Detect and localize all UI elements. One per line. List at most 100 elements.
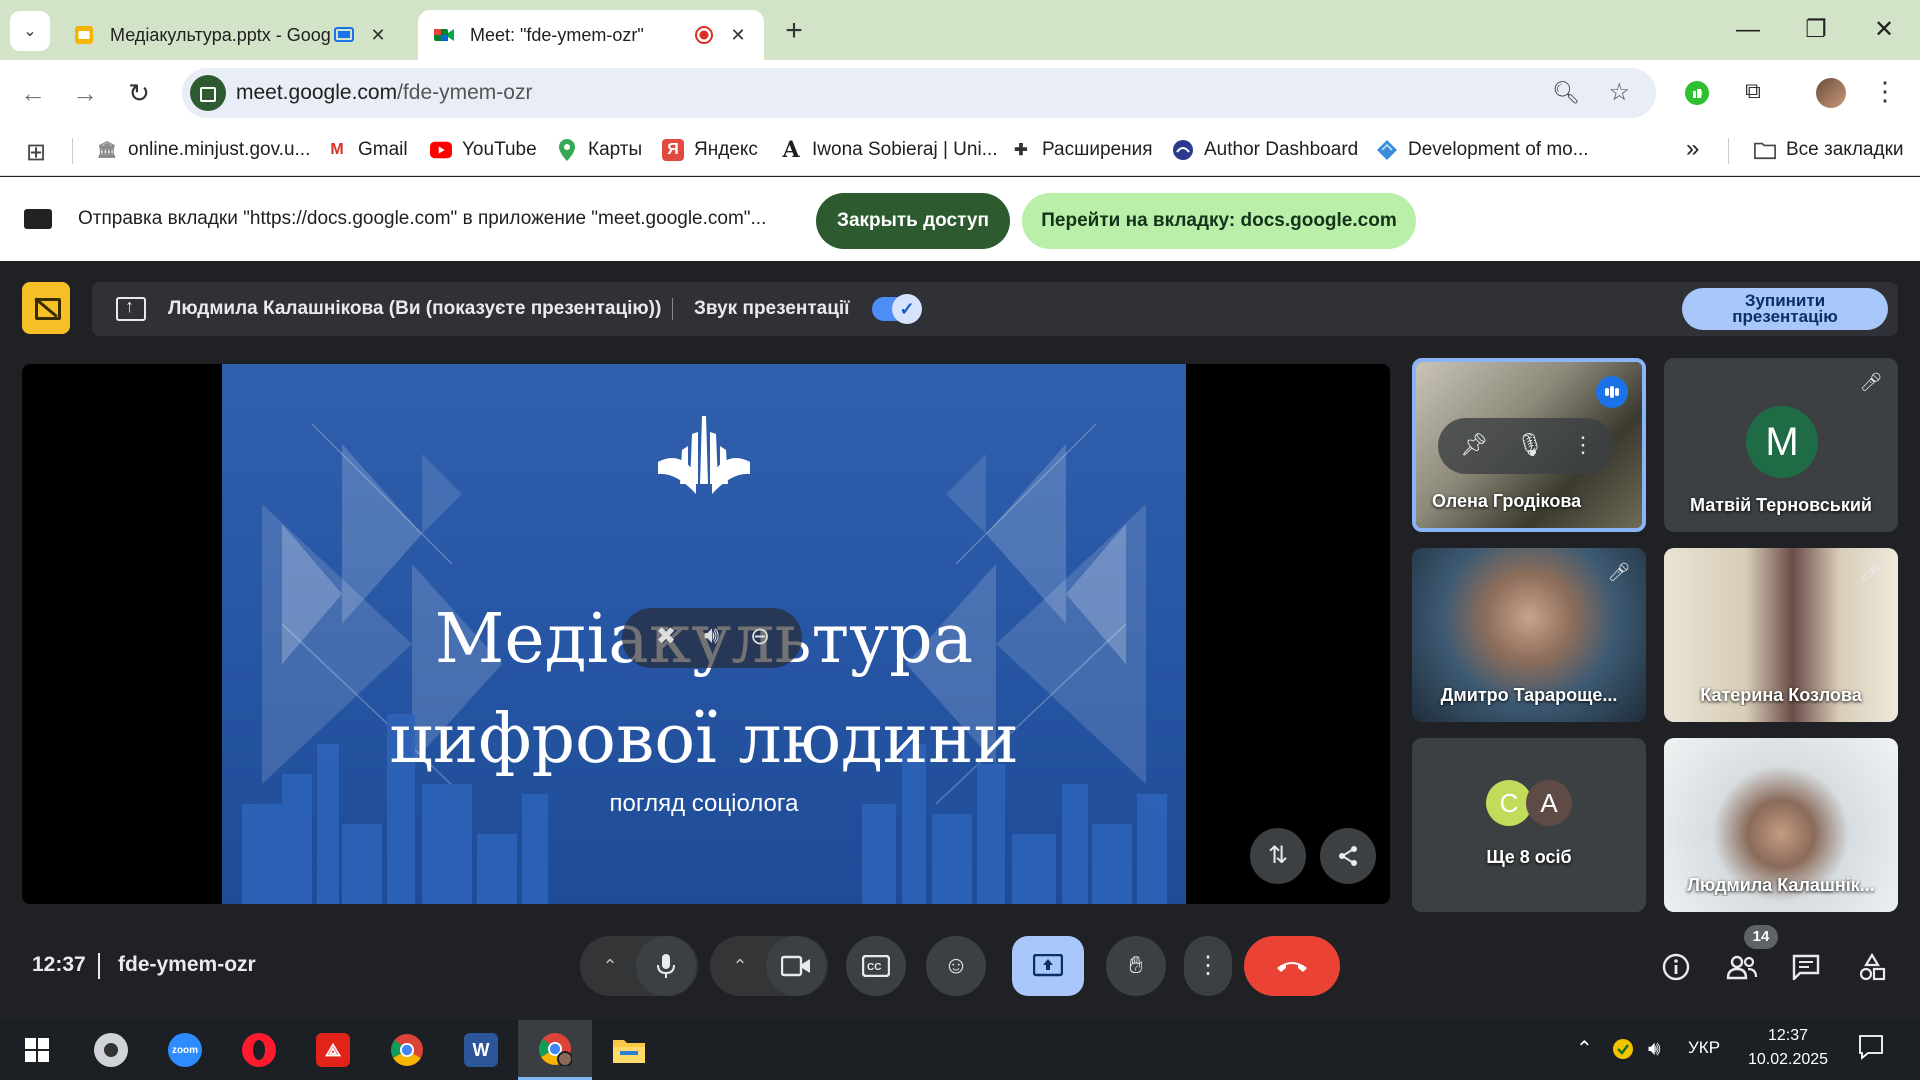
bookmark-iwona[interactable]: A Iwona Sobieraj | Uni... — [780, 137, 997, 163]
taskbar-chrome[interactable] — [370, 1020, 444, 1080]
participant-tile-matviy[interactable]: 🎤︎ M Матвій Терновський — [1664, 358, 1898, 532]
taskbar-zoom[interactable]: zoom — [148, 1020, 222, 1080]
close-tab-icon[interactable]: ✕ — [366, 25, 390, 46]
video-settings-caret-icon[interactable]: ⌃ — [720, 936, 760, 996]
stop-sharing-button[interactable]: Закрыть доступ — [816, 193, 1010, 249]
stop-share-icon[interactable] — [22, 282, 70, 334]
start-button[interactable] — [0, 1020, 74, 1080]
participant-tile-dmytro[interactable]: 🎤︎ Дмитро Тарароще... — [1412, 548, 1646, 722]
bookmark-development[interactable]: Development of mo... — [1376, 139, 1589, 161]
more-participants-tile[interactable]: C A Ще 8 осіб — [1412, 738, 1646, 912]
a-letter-icon: A — [782, 137, 800, 163]
language-indicator[interactable]: УКР — [1688, 1038, 1720, 1058]
tab-strip: ⌄ Медіакультура.pptx - Google ✕ Meet: "f… — [0, 0, 1920, 60]
presentation-audio-label: Звук презентації — [694, 298, 850, 319]
leave-call-button[interactable] — [1244, 936, 1340, 996]
participant-tile-olena[interactable]: 📌︎ 🎙︎ ⋮ Олена Гродікова — [1412, 358, 1646, 532]
show-hidden-icons-button[interactable]: ⌃ — [1576, 1036, 1593, 1061]
extensions-puzzle-icon[interactable]: ⧉ — [1738, 78, 1768, 108]
captions-button[interactable]: CC — [846, 936, 906, 996]
close-tab-icon[interactable]: ✕ — [726, 25, 750, 46]
meeting-details-button[interactable] — [1656, 947, 1696, 987]
share-button[interactable] — [1320, 828, 1376, 884]
back-button[interactable]: ← — [12, 72, 54, 114]
raise-hand-button[interactable]: ✋︎ — [1106, 936, 1166, 996]
bookmark-star-icon[interactable]: ☆ — [1608, 78, 1630, 107]
volume-icon[interactable]: 🔊︎ — [1648, 1038, 1661, 1061]
reload-button[interactable]: ↻ — [118, 72, 160, 114]
taskbar-webcam[interactable] — [74, 1020, 148, 1080]
switch-to-tab-button[interactable]: Перейти на вкладку: docs.google.com — [1022, 193, 1416, 249]
participant-tile-kateryna[interactable]: 🎤︎ Катерина Козлова — [1664, 548, 1898, 722]
audio-settings-caret-icon[interactable]: ⌃ — [590, 936, 630, 996]
captions-icon: CC — [861, 954, 891, 978]
pin-icon[interactable]: 📌︎ — [1460, 432, 1488, 458]
taskbar-file-explorer[interactable] — [592, 1020, 666, 1080]
bookmark-yandex[interactable]: Я Яндекс — [662, 139, 758, 161]
pin-icon[interactable]: ✖ — [656, 622, 676, 651]
taskbar-acrobat[interactable]: ⟁ — [296, 1020, 370, 1080]
tab-meet[interactable]: Meet: "fde-ymem-ozr" ✕ — [418, 10, 764, 60]
minimize-button[interactable]: — — [1720, 10, 1776, 50]
taskbar-word[interactable]: W — [444, 1020, 518, 1080]
more-icon[interactable]: ⊖ — [750, 622, 770, 651]
bookmarks-overflow-button[interactable]: » — [1686, 135, 1699, 163]
meeting-time: 12:37 — [32, 953, 86, 976]
site-info-icon[interactable] — [190, 75, 226, 111]
maps-pin-icon — [556, 139, 578, 161]
reactions-button[interactable]: ☺ — [926, 936, 986, 996]
close-window-button[interactable]: ✕ — [1856, 10, 1912, 50]
present-now-button[interactable] — [1012, 936, 1084, 996]
bookmark-gmail[interactable]: M Gmail — [326, 139, 407, 161]
bookmark-extensions[interactable]: ✚ Расширения — [1010, 139, 1152, 161]
google-slides-icon — [75, 26, 93, 44]
participant-tile-self[interactable]: Людмила Калашнік... — [1664, 738, 1898, 912]
swap-layout-button[interactable]: ⇅ — [1250, 828, 1306, 884]
new-tab-button[interactable]: + — [776, 14, 812, 50]
tab-sharing-infobar: Отправка вкладки "https://docs.google.co… — [0, 177, 1920, 261]
avatar: A — [1526, 780, 1572, 826]
building-icon: 🏛︎ — [96, 142, 118, 159]
tab-slides[interactable]: Медіакультура.pptx - Google ✕ — [58, 10, 404, 60]
profile-avatar[interactable] — [1816, 78, 1846, 108]
activities-button[interactable] — [1852, 947, 1892, 987]
notifications-icon[interactable] — [1858, 1034, 1884, 1065]
tab-search-button[interactable]: ⌄ — [10, 11, 50, 51]
casting-icon — [334, 27, 354, 42]
more-options-button[interactable]: ⋮ — [1184, 936, 1232, 996]
presentation-hover-controls: ✖ 🔊︎ ⊖ — [622, 608, 802, 668]
presentation-audio-toggle[interactable] — [872, 294, 922, 324]
system-clock[interactable]: 12:37 10.02.2025 — [1738, 1024, 1838, 1072]
forward-button[interactable]: → — [64, 72, 106, 114]
chat-button[interactable] — [1786, 947, 1826, 987]
taskbar-opera[interactable] — [222, 1020, 296, 1080]
windows-logo-icon — [25, 1038, 49, 1062]
opera-icon — [242, 1033, 276, 1067]
bookmark-author-dashboard[interactable]: Author Dashboard — [1172, 139, 1358, 161]
speaking-indicator-icon — [1596, 376, 1628, 408]
bookmark-youtube[interactable]: YouTube — [430, 139, 537, 161]
all-bookmarks-button[interactable]: Все закладки — [1754, 139, 1904, 161]
camera-button[interactable] — [766, 936, 826, 996]
browser-menu-icon[interactable]: ⋮ — [1872, 76, 1898, 107]
participants-count-badge: 14 — [1744, 925, 1778, 949]
url-text[interactable]: meet.google.com/fde-ymem-ozr — [236, 81, 532, 105]
stop-presenting-button[interactable]: Зупинити презентацію — [1682, 288, 1888, 330]
mic-off-icon: 🎤︎ — [1859, 372, 1883, 392]
folder-icon — [1754, 139, 1776, 161]
speaker-icon[interactable]: 🔊︎ — [704, 622, 719, 650]
more-options-icon[interactable]: ⋮ — [1572, 432, 1594, 458]
apps-grid-icon[interactable]: ⊞ — [26, 138, 46, 167]
slide-subtitle: погляд соціолога — [609, 790, 799, 817]
restore-button[interactable]: ❐ — [1788, 10, 1844, 50]
extension-green-icon[interactable] — [1682, 78, 1712, 108]
address-bar[interactable]: meet.google.com/fde-ymem-ozr 🔍︎ ☆ — [182, 68, 1656, 118]
mic-button[interactable] — [636, 936, 696, 996]
bookmark-minjust[interactable]: 🏛︎ online.minjust.gov.u... — [96, 139, 311, 161]
zoom-icon[interactable]: 🔍︎ — [1552, 80, 1580, 106]
people-button[interactable] — [1722, 947, 1762, 987]
mic-icon[interactable]: 🎙︎ — [1516, 432, 1544, 458]
security-tray-icon[interactable] — [1612, 1038, 1634, 1065]
bookmark-maps[interactable]: Карты — [556, 139, 642, 161]
taskbar-chrome-profile[interactable] — [518, 1020, 592, 1080]
